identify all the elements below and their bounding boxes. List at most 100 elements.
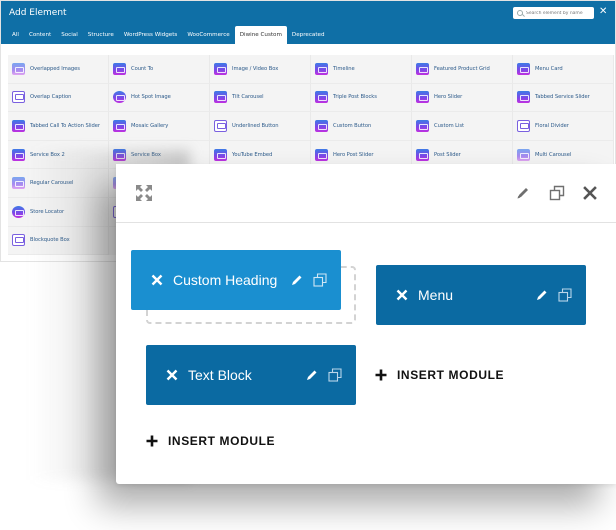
pencil-icon[interactable] xyxy=(306,369,318,381)
element-item[interactable]: Count To xyxy=(109,55,210,84)
element-item[interactable]: Hot Spot Image xyxy=(109,83,210,113)
element-label: Menu Card xyxy=(535,65,563,72)
video-play-icon xyxy=(214,148,227,161)
element-label: Post Slider xyxy=(434,151,461,158)
module-menu[interactable]: Menu xyxy=(376,265,586,325)
clone-icon[interactable] xyxy=(558,288,572,302)
element-label: Overlapped Images xyxy=(30,65,80,72)
module-label: Menu xyxy=(418,287,454,303)
quote-icon xyxy=(12,234,25,247)
dialog-header: Add Element ✕ All Content Social Structu… xyxy=(1,1,615,44)
remove-icon[interactable] xyxy=(396,289,408,301)
element-item[interactable]: Menu Card xyxy=(513,55,614,84)
remove-icon[interactable] xyxy=(151,274,163,286)
element-label: Custom List xyxy=(434,122,465,129)
insert-module-button[interactable]: INSERT MODULE xyxy=(146,434,275,448)
category-tabs: All Content Social Structure WordPress W… xyxy=(7,26,330,44)
tab-all[interactable]: All xyxy=(7,26,24,44)
element-item[interactable]: Floral Divider xyxy=(513,112,614,141)
pencil-icon[interactable] xyxy=(291,274,303,286)
element-item[interactable]: Overlap Caption xyxy=(8,83,109,113)
menu-card-icon xyxy=(517,62,530,75)
counter-icon xyxy=(113,62,126,75)
element-item[interactable]: Tilt Carousel xyxy=(210,83,311,113)
element-label: Triple Post Blocks xyxy=(333,94,377,101)
element-label: Count To xyxy=(131,65,154,72)
dialog-title: Add Element xyxy=(9,8,67,18)
carousel-icon xyxy=(517,148,530,161)
pencil-icon[interactable] xyxy=(536,289,548,301)
element-label: Floral Divider xyxy=(535,122,569,129)
post-blocks-icon xyxy=(315,91,328,104)
element-label: Hero Post Slider xyxy=(333,151,374,158)
tab-deprecated[interactable]: Deprecated xyxy=(287,26,330,44)
remove-icon[interactable] xyxy=(166,369,178,381)
layers-icon xyxy=(12,62,25,75)
tabbed-slider-icon xyxy=(517,91,530,104)
tab-structure[interactable]: Structure xyxy=(83,26,119,44)
element-item[interactable]: Underlined Button xyxy=(210,112,311,141)
element-item[interactable]: Hero Slider xyxy=(412,83,513,113)
element-item[interactable]: Timeline xyxy=(311,55,412,84)
plus-icon xyxy=(375,369,387,381)
hotspot-icon xyxy=(113,91,126,104)
search-icon xyxy=(517,10,523,16)
element-label: Underlined Button xyxy=(232,122,279,129)
element-label: Timeline xyxy=(333,65,355,72)
tab-woocommerce[interactable]: WooCommerce xyxy=(182,26,234,44)
element-label: YouTube Embed xyxy=(232,151,273,158)
element-label: Tilt Carousel xyxy=(232,94,264,101)
slider-icon xyxy=(416,148,429,161)
grid-icon xyxy=(416,62,429,75)
divider-icon xyxy=(517,119,530,132)
element-item[interactable]: Overlapped Images xyxy=(8,55,109,84)
tab-diwine-custom[interactable]: Diwine Custom xyxy=(234,26,287,44)
cta-slider-icon xyxy=(12,119,25,132)
link-button-icon xyxy=(214,119,227,132)
element-item[interactable]: Tabbed Call To Action Slider xyxy=(8,112,109,141)
insert-module-label: INSERT MODULE xyxy=(168,434,276,448)
element-label: Tabbed Call To Action Slider xyxy=(30,122,100,129)
element-label: Overlap Caption xyxy=(30,94,72,101)
pointer-icon xyxy=(315,119,328,132)
hero-slider-icon xyxy=(416,91,429,104)
element-item[interactable]: Featured Product Grid xyxy=(412,55,513,84)
clone-icon[interactable] xyxy=(549,185,565,201)
module-custom-heading[interactable]: Custom Heading xyxy=(131,250,341,310)
gears-icon xyxy=(12,148,25,161)
tab-content[interactable]: Content xyxy=(24,26,56,44)
tab-social[interactable]: Social xyxy=(56,26,83,44)
text-caption-icon xyxy=(12,91,25,104)
element-label: Featured Product Grid xyxy=(434,65,490,72)
module-label: Custom Heading xyxy=(173,272,278,288)
plus-icon xyxy=(146,435,158,447)
search-box[interactable] xyxy=(513,7,594,19)
element-item[interactable]: Mosaic Gallery xyxy=(109,112,210,141)
element-item[interactable]: Custom Button xyxy=(311,112,412,141)
element-item[interactable]: Image / Video Box xyxy=(210,55,311,84)
element-item[interactable]: Custom List xyxy=(412,112,513,141)
clone-icon[interactable] xyxy=(313,273,327,287)
element-item[interactable]: Tabbed Service Slider xyxy=(513,83,614,113)
close-icon[interactable]: ✕ xyxy=(599,6,607,18)
mosaic-icon xyxy=(113,119,126,132)
builder-panel: Custom Heading Menu Text Block INSERT MO… xyxy=(116,164,616,484)
timeline-icon xyxy=(315,62,328,75)
element-label: Mosaic Gallery xyxy=(131,122,169,129)
element-label: Hot Spot Image xyxy=(131,94,171,101)
pencil-icon[interactable] xyxy=(516,186,530,200)
panel-toolbar xyxy=(116,164,616,223)
clone-icon[interactable] xyxy=(328,368,342,382)
search-input[interactable] xyxy=(526,8,594,18)
tilt-carousel-icon xyxy=(214,91,227,104)
expand-icon[interactable] xyxy=(135,184,153,202)
post-slider-icon xyxy=(315,148,328,161)
element-label: Hero Slider xyxy=(434,94,463,101)
element-item[interactable]: Triple Post Blocks xyxy=(311,83,412,113)
close-icon[interactable] xyxy=(583,186,597,200)
insert-module-label: INSERT MODULE xyxy=(397,368,505,382)
tab-wordpress-widgets[interactable]: WordPress Widgets xyxy=(119,26,183,44)
module-text-block[interactable]: Text Block xyxy=(146,345,356,405)
element-label: Image / Video Box xyxy=(232,65,279,72)
insert-module-button[interactable]: INSERT MODULE xyxy=(375,368,504,382)
